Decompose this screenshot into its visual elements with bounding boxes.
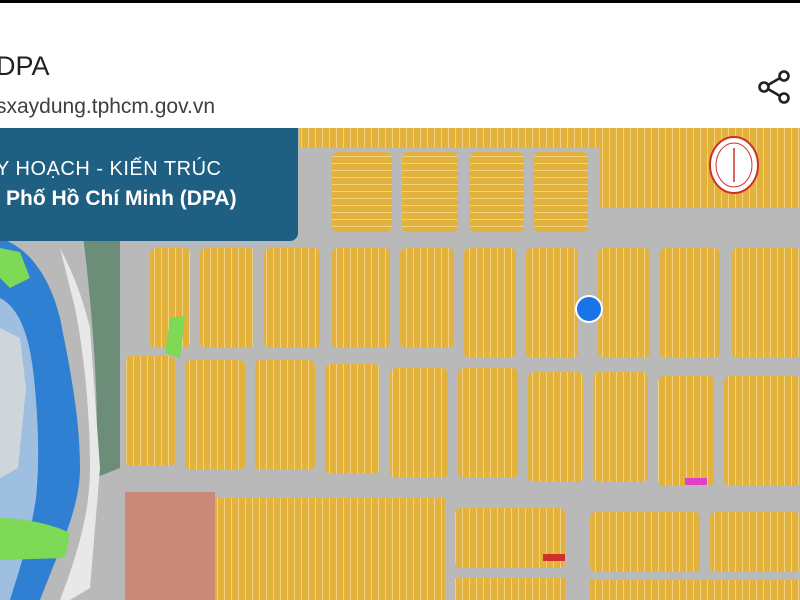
site-title: DPA [0,51,50,81]
site-url[interactable]: sxaydung.tphcm.gov.vn [0,95,215,119]
banner-subtitle: Y HOẠCH - KIẾN TRÚC [0,158,222,180]
block-row-2 [150,248,800,358]
share-button[interactable] [752,65,796,109]
share-icon [758,70,790,104]
compass-stamp-icon [706,132,762,198]
banner-title: Phố Hồ Chí Minh (DPA) [6,187,237,210]
dpa-banner: Y HOẠCH - KIẾN TRÚC Phố Hồ Chí Minh (DPA… [0,128,298,241]
current-location-icon[interactable] [575,295,603,323]
page-header: DPA sxaydung.tphcm.gov.vn [0,3,800,128]
